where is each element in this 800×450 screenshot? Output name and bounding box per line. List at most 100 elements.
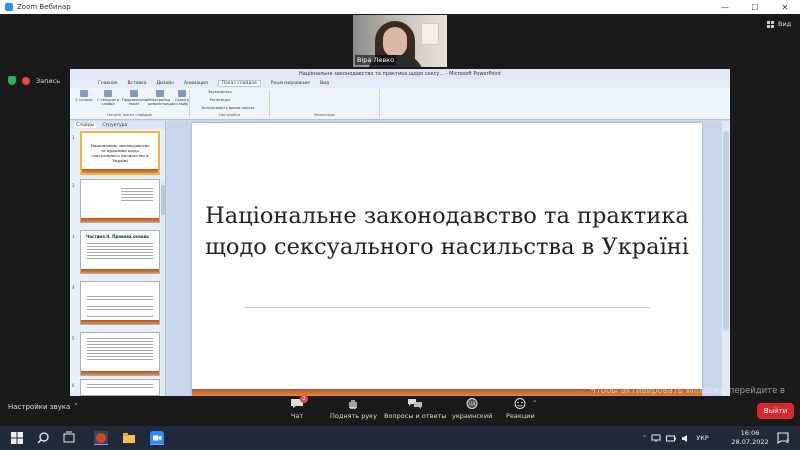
participant-video-tile[interactable]: Віра Левко <box>353 15 447 67</box>
ppt-tab[interactable]: Вид <box>320 81 329 86</box>
ribbon-group-caption: Мониторы <box>314 112 335 117</box>
ppt-ribbon: С начала С текущего слайда Произвольный … <box>70 88 730 120</box>
slide-thumbnail[interactable] <box>80 179 160 223</box>
thumb-number: 3 <box>72 234 75 239</box>
scroll-knob[interactable] <box>723 131 729 331</box>
person-face <box>383 27 407 57</box>
reactions-label: Реакции <box>506 412 535 420</box>
qa-button[interactable]: Вопросы и ответы <box>384 398 446 420</box>
recording-label: Запись <box>36 76 61 85</box>
audio-settings-button[interactable]: Настройки звука ˄ <box>8 403 78 411</box>
interpretation-label: украинский <box>452 412 493 420</box>
ribbon-group: Мониторы <box>270 90 380 118</box>
ppt-tab[interactable]: Рецензирование <box>271 81 310 86</box>
maximize-button[interactable]: ☐ <box>740 0 770 14</box>
panel-tab-slides[interactable]: Слайды <box>74 122 97 128</box>
windows-start-icon[interactable] <box>10 431 24 445</box>
slide-title: Національне законодавство та практика що… <box>204 203 689 260</box>
panel-tabs: Слайды Структура <box>70 121 165 129</box>
ppt-title-bar: Національне законодавство та практика що… <box>70 69 730 79</box>
slide-thumbnail[interactable] <box>80 281 160 325</box>
chevron-up-icon[interactable]: ˄ <box>533 400 537 408</box>
window-title: Zoom Вебинар <box>17 3 71 11</box>
thumb-text-lines <box>87 338 153 362</box>
chevron-up-icon[interactable]: ˄ <box>643 434 646 442</box>
zoom-webinar-window: Zoom Вебинар — ☐ ✕ Віра Левко Вид Запись… <box>0 0 800 450</box>
panel-scrollbar[interactable] <box>161 181 165 396</box>
qa-label: Вопросы и ответы <box>384 412 447 420</box>
minimize-button[interactable]: — <box>710 0 740 14</box>
reactions-button[interactable]: Реакции <box>506 398 535 420</box>
participant-name: Віра Левко <box>355 55 397 65</box>
thumb-heading: Частина ІІ. Правова основа <box>86 234 149 239</box>
svg-text:UA: UA <box>469 402 477 408</box>
raise-hand-button[interactable]: Поднять руку <box>330 398 377 420</box>
thumb-text-lines <box>87 243 153 261</box>
thumb-band <box>81 320 159 324</box>
panel-tab-outline[interactable]: Структура <box>102 123 127 128</box>
view-label: Вид <box>778 20 792 28</box>
background-paper <box>421 23 439 45</box>
thumb-title: Національне законодавство та практика що… <box>90 143 150 163</box>
slide-thumbnail[interactable] <box>80 379 160 396</box>
thumb-number: 5 <box>72 336 75 341</box>
status-indicators: Запись <box>8 76 60 85</box>
thumb-text-lines <box>121 188 153 203</box>
ribbon-group: Начать показ слайдов <box>70 90 190 118</box>
close-button[interactable]: ✕ <box>770 0 800 14</box>
view-button[interactable]: Вид <box>767 20 791 28</box>
slide-divider <box>244 307 650 308</box>
slide-scrollbar[interactable] <box>722 121 730 396</box>
ppt-tab[interactable]: Главная <box>98 81 117 86</box>
ppt-tab[interactable]: Вставка <box>127 81 146 86</box>
slide-thumbnail[interactable]: Частина ІІ. Правова основа <box>80 230 160 274</box>
windows-taskbar: ˄ УКР 16:06 28.07.2022 2 <box>0 426 800 450</box>
ribbon-group: Настройка <box>190 90 270 118</box>
powerpoint-taskbar-icon[interactable] <box>94 431 108 445</box>
recording-icon <box>22 76 30 85</box>
zoom-taskbar-icon[interactable] <box>150 431 164 445</box>
slide-canvas: Національне законодавство та практика що… <box>167 121 730 396</box>
thumb-text-lines <box>87 384 153 390</box>
ribbon-group-caption: Настройка <box>218 112 241 117</box>
audio-settings-label: Настройки звука <box>8 403 71 411</box>
clock-date: 28.07.2022 <box>731 438 769 446</box>
thumb-number: 2 <box>72 183 75 188</box>
network-icon[interactable] <box>651 434 661 443</box>
ribbon-group-caption: Начать показ слайдов <box>107 112 152 117</box>
title-bar: Zoom Вебинар — ☐ ✕ <box>0 0 800 14</box>
thumb-band <box>82 169 158 173</box>
globe-icon: UA <box>465 398 479 409</box>
grid-icon <box>767 20 774 28</box>
thumb-band <box>81 371 159 375</box>
shared-screen-powerpoint[interactable]: Національне законодавство та практика що… <box>70 69 730 396</box>
task-view-icon[interactable] <box>62 431 76 445</box>
current-slide[interactable]: Національне законодавство та практика що… <box>192 123 702 396</box>
scroll-knob[interactable] <box>161 185 165 215</box>
raise-hand-label: Поднять руку <box>330 412 377 420</box>
thumb-number: 4 <box>72 285 75 290</box>
clock[interactable]: 16:06 28.07.2022 <box>730 429 770 447</box>
activation-title: Активация Windows <box>590 371 700 383</box>
ppt-tab-active[interactable]: Показ слайдов <box>217 80 261 87</box>
search-icon[interactable] <box>36 431 50 445</box>
zoom-logo-icon <box>5 3 13 11</box>
slides-panel: Слайды Структура 1 Національне законодав… <box>70 121 166 396</box>
leave-button[interactable]: Выйти <box>757 403 794 419</box>
file-explorer-icon[interactable] <box>122 431 136 445</box>
thumb-number: 6 <box>72 383 75 388</box>
thumb-text-lines <box>87 296 153 319</box>
tray-icons: ˄ УКР <box>643 426 709 450</box>
meeting-toolbar: Настройки звука ˄ 2 Чат Поднять руку Воп… <box>0 395 800 426</box>
slide-thumbnail[interactable] <box>80 332 160 376</box>
speaker-icon[interactable] <box>681 434 691 443</box>
language-indicator[interactable]: УКР <box>696 434 709 442</box>
security-shield-icon[interactable] <box>8 76 16 85</box>
chat-button[interactable]: 2 Чат <box>290 395 308 420</box>
battery-icon[interactable] <box>666 434 677 443</box>
slide-thumbnail[interactable]: Національне законодавство та практика що… <box>80 131 160 175</box>
thumb-band <box>81 269 159 273</box>
ppt-tab[interactable]: Дизайн <box>157 81 174 86</box>
interpretation-button[interactable]: UA украинский <box>452 398 492 420</box>
ppt-tab[interactable]: Анимация <box>184 81 208 86</box>
